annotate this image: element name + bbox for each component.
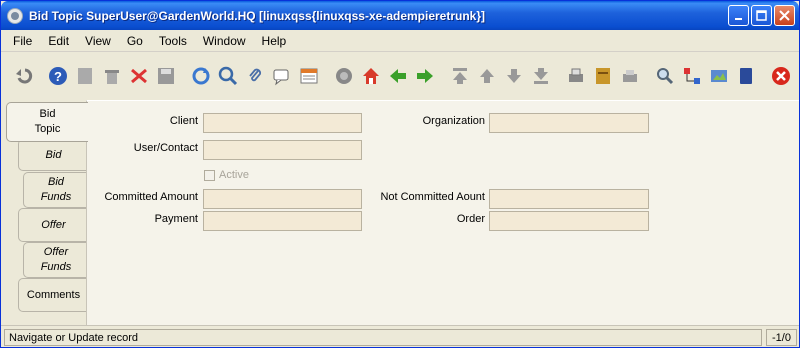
payment-field[interactable] [203,211,362,231]
undo-icon[interactable] [11,64,35,88]
tab-bid-topic[interactable]: Bid Topic [6,102,88,142]
tab-label: Offer Funds [40,246,72,273]
forward-icon[interactable] [413,64,437,88]
menu-file[interactable]: File [5,34,40,48]
client-field[interactable] [203,113,362,133]
find-icon[interactable] [216,64,240,88]
home-icon[interactable] [359,64,383,88]
user-contact-label: User/Contact [133,142,198,154]
tab-bid[interactable]: Bid [18,139,88,171]
menu-window[interactable]: Window [195,34,254,48]
svg-text:?: ? [54,69,62,84]
organization-field[interactable] [489,113,649,133]
archive-icon[interactable] [591,64,615,88]
delete-selection-icon[interactable] [127,64,151,88]
last-record-icon[interactable] [529,64,553,88]
menu-edit[interactable]: Edit [40,34,77,48]
print-icon[interactable] [618,64,642,88]
maximize-icon [756,10,767,21]
tab-bid-funds[interactable]: Bid Funds [23,172,88,208]
menu-view[interactable]: View [77,34,119,48]
toolbar: ? [1,53,799,99]
committed-amount-field[interactable] [203,189,362,209]
chat-icon[interactable] [270,64,294,88]
active-checkbox[interactable] [204,170,215,181]
committed-amount-label: Committed Amount [104,191,198,203]
request-icon[interactable] [707,64,731,88]
title-bar[interactable]: Bid Topic SuperUser@GardenWorld.HQ [linu… [1,1,799,30]
report-icon[interactable] [564,64,588,88]
delete-icon[interactable] [100,64,124,88]
window-title: Bid Topic SuperUser@GardenWorld.HQ [linu… [29,8,486,23]
status-message: Navigate or Update record [4,329,762,346]
workflow-icon[interactable] [680,64,704,88]
zoom-across-icon[interactable] [653,64,677,88]
minimize-button[interactable] [728,5,749,26]
tab-strip: Bid Topic Bid Bid Funds Offer Offer Fund… [6,102,88,326]
not-committed-field[interactable] [489,189,649,209]
first-record-icon[interactable] [448,64,472,88]
app-window: Bid Topic SuperUser@GardenWorld.HQ [linu… [0,0,800,348]
menu-go[interactable]: Go [119,34,151,48]
tab-label: Bid Funds [40,176,72,203]
not-committed-label: Not Committed Aount [380,191,485,203]
maximize-button[interactable] [751,5,772,26]
tab-label: Bid [45,148,62,161]
attachment-icon[interactable] [243,64,267,88]
record-panel: Client Organization User/Contact Active … [86,100,799,325]
tab-label: Offer [41,218,66,231]
close-button[interactable] [774,5,795,26]
tab-offer-funds[interactable]: Offer Funds [23,242,88,278]
record-count[interactable]: -1/0 [766,329,797,346]
save-icon[interactable] [154,64,178,88]
previous-record-icon[interactable] [475,64,499,88]
client-label: Client [169,115,198,127]
order-field[interactable] [489,211,649,231]
menu-bar: File Edit View Go Tools Window Help [1,30,799,52]
payment-label: Payment [154,213,198,225]
app-icon [7,7,23,24]
refresh-icon[interactable] [189,64,213,88]
status-bar: Navigate or Update record -1/0 [1,325,799,347]
tab-comments[interactable]: Comments [18,278,88,312]
history-icon[interactable] [297,64,321,88]
user-contact-field[interactable] [203,140,362,160]
minimize-icon [734,17,742,20]
menu-help[interactable]: Help [254,34,295,48]
tab-label: Bid Topic [34,108,61,135]
product-info-icon[interactable] [332,64,356,88]
window-icon[interactable] [734,64,758,88]
tab-label: Comments [26,288,81,301]
back-icon[interactable] [386,64,410,88]
menu-tools[interactable]: Tools [151,34,195,48]
active-label: Active [219,169,249,181]
exit-icon[interactable] [769,64,793,88]
close-icon [779,10,790,21]
new-icon[interactable] [73,64,97,88]
help-icon[interactable]: ? [46,64,70,88]
tab-offer[interactable]: Offer [18,208,88,242]
next-record-icon[interactable] [502,64,526,88]
order-label: Order [456,213,485,225]
organization-label: Organization [422,115,485,127]
